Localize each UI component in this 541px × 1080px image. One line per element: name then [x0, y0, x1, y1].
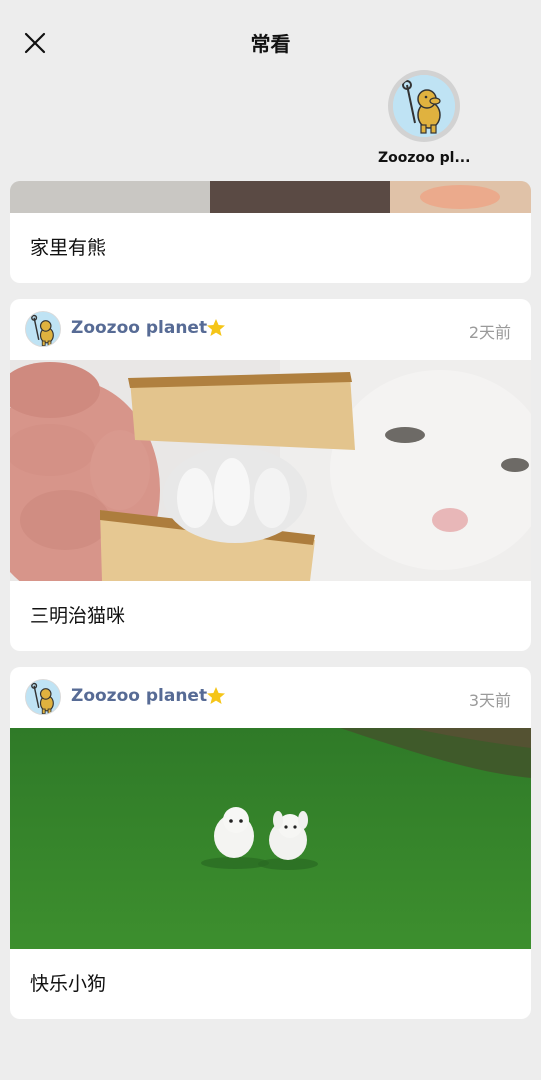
article-caption: 快乐小狗 [30, 973, 107, 995]
star-icon [207, 687, 225, 704]
zoozoo-logo-icon [26, 312, 60, 346]
card-header: Zoozoo planet 2天前 [10, 299, 531, 359]
article-caption: 家里有熊 [30, 237, 107, 259]
article-image [10, 181, 531, 213]
pinned-account-name: Zoozoo pl... [378, 150, 471, 166]
pinned-avatar-ring [388, 70, 460, 142]
article-card[interactable]: 家里有熊 [10, 181, 531, 283]
post-time: 2天前 [468, 323, 511, 342]
article-card[interactable]: Zoozoo planet 2天前 三明治猫咪 [10, 299, 531, 651]
article-caption: 三明治猫咪 [30, 605, 126, 627]
page-title: 常看 [250, 32, 291, 56]
cat-paw-in-bread-photo [10, 360, 531, 581]
puppies-running-on-grass-photo [10, 728, 531, 949]
pinned-account[interactable]: Zoozoo pl... [378, 70, 470, 166]
avatar[interactable] [25, 311, 61, 347]
avatar [393, 75, 455, 137]
post-time: 3天前 [468, 691, 511, 710]
zoozoo-logo-icon [393, 75, 455, 137]
article-card[interactable]: Zoozoo planet 3天前 快乐小狗 [10, 667, 531, 1019]
zoozoo-logo-icon [26, 680, 60, 714]
avatar[interactable] [25, 679, 61, 715]
author-name[interactable]: Zoozoo planet [71, 686, 207, 706]
card-header: Zoozoo planet 3天前 [10, 667, 531, 727]
star-icon [207, 319, 225, 336]
author-name[interactable]: Zoozoo planet [71, 318, 207, 338]
